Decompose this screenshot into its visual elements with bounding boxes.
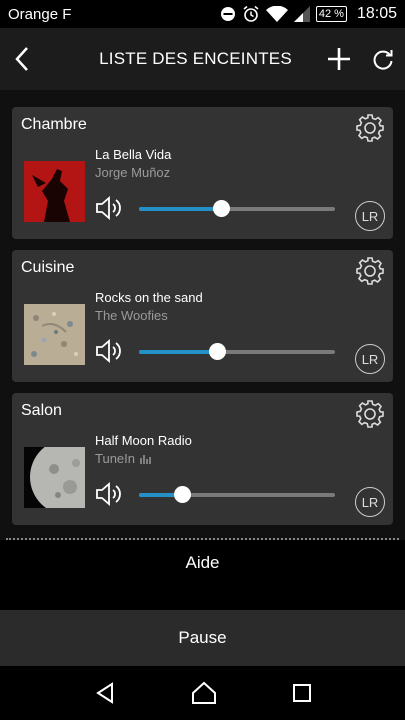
app-header: LISTE DES ENCEINTES	[0, 28, 405, 90]
volume-slider[interactable]	[139, 486, 335, 503]
volume-icon[interactable]	[95, 338, 125, 364]
gear-icon[interactable]	[355, 399, 385, 429]
speaker-list: Chambre La Bella Vida Jorge Muñoz LR Cui…	[0, 90, 405, 540]
signal-icon	[293, 6, 310, 22]
volume-slider-thumb[interactable]	[174, 486, 192, 503]
home-icon[interactable]	[191, 681, 217, 705]
back-arrow-icon	[15, 47, 28, 71]
track-title: La Bella Vida	[95, 147, 172, 162]
alarm-icon	[243, 5, 259, 22]
wifi-icon	[265, 6, 288, 22]
volume-slider-fill	[139, 350, 218, 354]
recents-icon[interactable]	[292, 683, 312, 703]
volume-icon[interactable]	[95, 195, 125, 221]
help-button[interactable]: Aide	[0, 541, 405, 585]
do-not-disturb-icon	[220, 7, 235, 21]
channel-badge[interactable]: LR	[355, 487, 385, 517]
speaker-card[interactable]: Cuisine Rocks on the sand The Woofies LR	[12, 250, 393, 382]
add-speaker-button[interactable]	[317, 28, 361, 90]
volume-slider-thumb[interactable]	[213, 200, 231, 217]
artist-name: Jorge Muñoz	[95, 165, 171, 180]
refresh-icon	[373, 50, 393, 70]
speaker-card[interactable]: Chambre La Bella Vida Jorge Muñoz LR	[12, 107, 393, 239]
channel-badge[interactable]: LR	[355, 201, 385, 231]
carrier-name: Orange F	[8, 5, 72, 23]
album-cover	[24, 447, 85, 508]
track-title: Half Moon Radio	[95, 433, 192, 448]
system-nav-bar	[0, 666, 405, 720]
speaker-name: Salon	[21, 402, 62, 419]
volume-slider[interactable]	[139, 343, 335, 360]
volume-slider-fill	[139, 207, 222, 211]
back-triangle-icon[interactable]	[94, 682, 116, 704]
gear-icon[interactable]	[355, 113, 385, 143]
pause-button[interactable]: Pause	[0, 610, 405, 666]
volume-icon[interactable]	[95, 481, 125, 507]
clock: 18:05	[356, 5, 397, 22]
speaker-card[interactable]: Salon Half Moon Radio TuneIn LR	[12, 393, 393, 525]
album-cover	[24, 161, 85, 222]
artist-name: TuneIn	[95, 451, 152, 466]
divider	[6, 538, 399, 540]
album-cover	[24, 304, 85, 365]
battery-icon: 42 %	[315, 6, 347, 22]
gear-icon[interactable]	[355, 256, 385, 286]
track-title: Rocks on the sand	[95, 290, 203, 305]
volume-slider[interactable]	[139, 200, 335, 217]
channel-badge[interactable]: LR	[355, 344, 385, 374]
plus-icon	[328, 48, 350, 70]
speaker-name: Chambre	[21, 116, 87, 133]
back-button[interactable]	[0, 28, 44, 90]
speaker-name: Cuisine	[21, 259, 75, 276]
volume-slider-thumb[interactable]	[209, 343, 227, 360]
tunein-bars-icon	[140, 454, 151, 464]
page-title: LISTE DES ENCEINTES	[99, 49, 292, 68]
status-bar: Orange F 42 % 18:05	[0, 0, 405, 28]
refresh-button[interactable]	[361, 28, 405, 90]
artist-name: The Woofies	[95, 308, 168, 323]
